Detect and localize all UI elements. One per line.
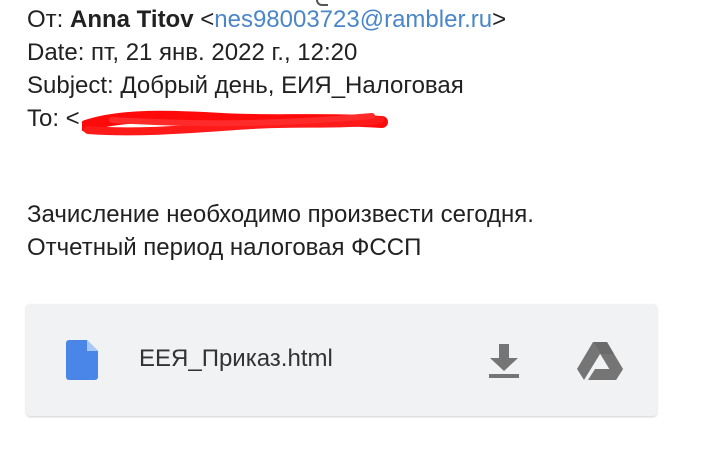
to-line: To: <: [27, 104, 80, 134]
from-open-bracket: <: [193, 6, 215, 33]
from-prefix: От:: [27, 6, 70, 33]
to-prefix: To: <: [27, 105, 80, 132]
google-drive-icon[interactable]: [577, 342, 623, 380]
subject-line: Subject: Добрый день, ЕИЯ_Налоговая: [27, 72, 464, 99]
body-text-line-1: Зачисление необходимо произвести сегодня…: [27, 201, 534, 228]
from-close-bracket: >: [492, 6, 507, 33]
sender-email-link[interactable]: nes98003723@rambler.ru: [214, 6, 492, 33]
sender-name: Anna Titov: [70, 6, 194, 33]
download-icon[interactable]: [488, 344, 520, 378]
document-icon: [66, 340, 98, 380]
attachment-file-name[interactable]: ЕЕЯ_Приказ.html: [139, 344, 333, 374]
redaction-scribble: [82, 110, 388, 136]
from-line: От: Anna Titov <nes98003723@rambler.ru>: [27, 5, 506, 35]
date-line: Date: пт, 21 янв. 2022 г., 12:20: [27, 39, 358, 66]
body-text-line-2: Отчетный период налоговая ФССП: [27, 234, 422, 261]
email-view: От: Anna Titov <nes98003723@rambler.ru> …: [0, 0, 713, 453]
attachment-card[interactable]: ЕЕЯ_Приказ.html: [26, 304, 657, 416]
